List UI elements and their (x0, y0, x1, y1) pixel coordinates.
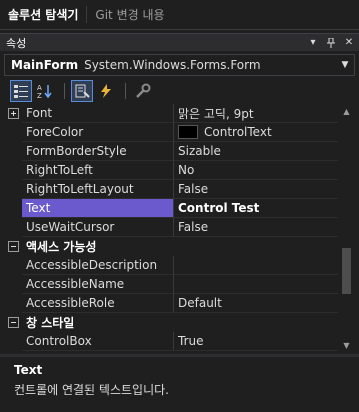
scroll-down-icon[interactable]: ▼ (338, 338, 355, 352)
plus-icon (7, 108, 19, 119)
toolbar-divider (64, 83, 65, 99)
events-button[interactable] (95, 80, 117, 102)
property-row-accessiblename[interactable]: AccessibleName (4, 275, 338, 294)
row-gutter (4, 332, 22, 351)
property-name: RightToLeft (22, 161, 174, 180)
property-name: FormBorderStyle (22, 142, 174, 161)
property-row-righttoleftlayout[interactable]: RightToLeftLayout False (4, 180, 338, 199)
property-value[interactable]: Control Test (174, 199, 338, 218)
category-accessibility[interactable]: 액세스 가능성 (4, 237, 338, 256)
row-gutter (4, 218, 22, 237)
window-options-dropdown-icon[interactable]: ▾ (305, 35, 321, 51)
scrollbar-thumb[interactable] (342, 248, 351, 294)
property-name: UseWaitCursor (22, 218, 174, 237)
property-name: ForeColor (22, 123, 174, 142)
description-text: 컨트롤에 연결된 텍스트입니다. (14, 383, 169, 397)
properties-button[interactable] (71, 80, 93, 102)
svg-text:Z: Z (37, 92, 42, 99)
minus-icon (7, 317, 19, 328)
tab-solution-explorer[interactable]: 솔루션 탐색기 (0, 0, 87, 29)
property-name: RightToLeftLayout (22, 180, 174, 199)
property-row-forecolor[interactable]: ForeColor ControlText (4, 123, 338, 142)
category-window-style[interactable]: 창 스타일 (4, 313, 338, 332)
properties-panel-header: 속성 ▾ ✕ (0, 33, 359, 51)
property-name: AccessibleRole (22, 294, 174, 313)
row-gutter (4, 161, 22, 180)
row-gutter (4, 294, 22, 313)
chevron-down-icon: ▼ (341, 60, 349, 70)
alphabetical-button[interactable]: A Z (34, 80, 56, 102)
close-icon[interactable]: ✕ (341, 35, 357, 51)
property-row-accessibledescription[interactable]: AccessibleDescription (4, 256, 338, 275)
row-gutter (4, 123, 22, 142)
pin-icon[interactable] (323, 35, 339, 51)
expand-font-button[interactable] (4, 104, 22, 123)
description-pane: Text 컨트롤에 연결된 텍스트입니다. (0, 357, 359, 412)
panel-title: 속성 (6, 36, 27, 50)
collapse-accessibility-button[interactable] (4, 237, 22, 256)
property-value: ControlText (204, 125, 272, 139)
row-gutter (4, 275, 22, 294)
categorized-button[interactable] (10, 80, 32, 102)
property-name: AccessibleName (22, 275, 174, 294)
property-value[interactable]: Sizable (174, 142, 338, 161)
category-label: 액세스 가능성 (26, 240, 97, 254)
scroll-up-icon[interactable]: ▲ (338, 104, 355, 118)
property-value-cell[interactable]: ControlText (174, 123, 338, 142)
object-selector-dropdown[interactable]: MainForm System.Windows.Forms.Form ▼ (4, 54, 355, 76)
property-value[interactable]: False (174, 218, 338, 237)
object-type: System.Windows.Forms.Form (84, 58, 261, 72)
tab-git-changes[interactable]: Git 변경 내용 (87, 0, 172, 29)
property-row-text[interactable]: Text Control Test (4, 199, 338, 218)
row-gutter (4, 256, 22, 275)
property-value[interactable]: No (174, 161, 338, 180)
property-row-righttoleft[interactable]: RightToLeft No (4, 161, 338, 180)
property-name: AccessibleDescription (22, 256, 174, 275)
row-gutter (4, 180, 22, 199)
property-value[interactable]: True (174, 332, 338, 351)
property-grid: Font 맑은 고딕, 9pt ForeColor ControlText Fo… (4, 104, 338, 352)
minus-icon (7, 241, 19, 252)
pin-icon-graphic (327, 37, 335, 48)
description-title: Text (14, 363, 43, 377)
categorized-icon (14, 85, 28, 98)
property-name: Text (22, 199, 174, 218)
property-value[interactable]: 맑은 고딕, 9pt (174, 104, 338, 123)
row-gutter (4, 142, 22, 161)
property-row-font[interactable]: Font 맑은 고딕, 9pt (4, 104, 338, 123)
svg-text:A: A (37, 84, 42, 92)
properties-toolbar: A Z (0, 79, 359, 103)
row-gutter (4, 199, 22, 218)
property-value[interactable]: Default (174, 294, 338, 313)
color-swatch (178, 125, 198, 139)
tool-window-tabs: 솔루션 탐색기 Git 변경 내용 (0, 0, 359, 30)
property-row-usewaitcursor[interactable]: UseWaitCursor False (4, 218, 338, 237)
property-row-controlbox[interactable]: ControlBox True (4, 332, 338, 351)
lightning-bolt-icon (101, 84, 111, 98)
property-name: ControlBox (22, 332, 174, 351)
property-pages-button[interactable] (132, 80, 154, 102)
property-value[interactable]: False (174, 180, 338, 199)
vertical-scrollbar[interactable]: ▲ ▼ (338, 104, 355, 352)
collapse-window-style-button[interactable] (4, 313, 22, 332)
properties-icon (75, 84, 90, 98)
property-value[interactable] (174, 256, 338, 275)
property-row-accessiblerole[interactable]: AccessibleRole Default (4, 294, 338, 313)
category-label: 창 스타일 (26, 316, 75, 330)
toolbar-divider (125, 83, 126, 99)
object-name: MainForm (11, 58, 79, 72)
property-row-formborderstyle[interactable]: FormBorderStyle Sizable (4, 142, 338, 161)
property-value[interactable] (174, 275, 338, 294)
wrench-icon (136, 83, 151, 98)
property-name: Font (22, 104, 174, 123)
alphabetical-icon: A Z (37, 84, 52, 99)
